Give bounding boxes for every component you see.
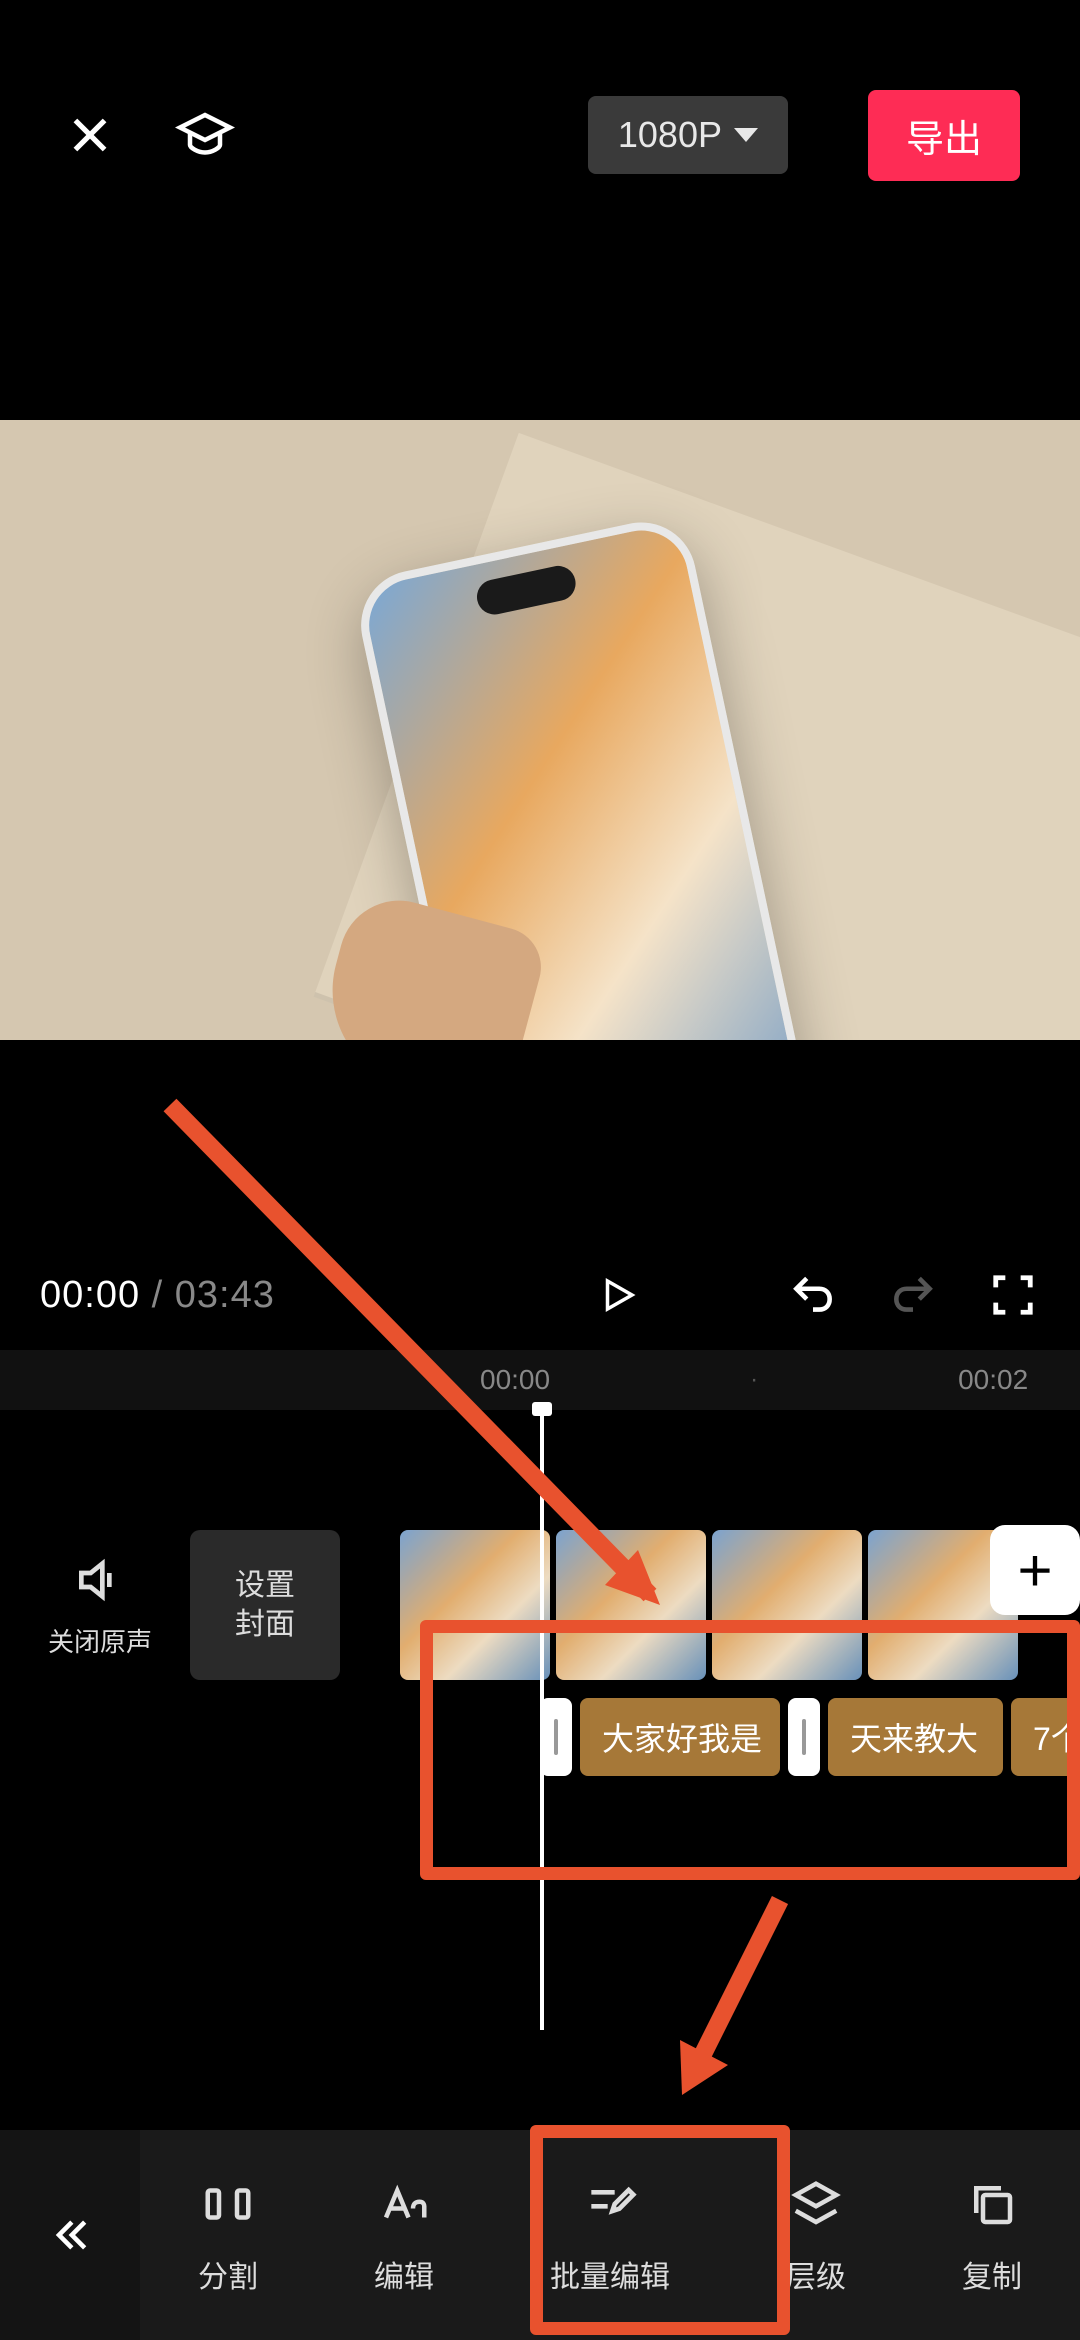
caption-handle-right[interactable] — [788, 1698, 820, 1776]
bottom-toolbar: 分割 编辑 批量编辑 — [0, 2130, 1080, 2340]
caption-track[interactable]: 大家好我是 天来教大 7个 — [540, 1698, 1080, 1776]
layer-icon — [786, 2174, 846, 2234]
export-button[interactable]: 导出 — [868, 90, 1020, 181]
batch-edit-icon — [580, 2174, 640, 2234]
caption-handle-left[interactable] — [540, 1698, 572, 1776]
toolbar-label: 复制 — [962, 2252, 1022, 2296]
caption-clip[interactable]: 7个 — [1011, 1698, 1080, 1776]
toolbar-label: 分割 — [198, 2252, 258, 2296]
toolbar-copy[interactable]: 复制 — [942, 2174, 1042, 2296]
academy-button[interactable] — [175, 105, 235, 165]
timeline-area[interactable]: 关闭原声 设置 封面 + 大家好我是 天来教大 7个 — [0, 1410, 1080, 1990]
copy-icon — [962, 2174, 1022, 2234]
clip-thumbnail[interactable] — [712, 1530, 862, 1680]
mute-label: 关闭原声 — [48, 1622, 152, 1659]
plus-icon: + — [1017, 1536, 1052, 1605]
cover-label: 设置 封面 — [235, 1566, 295, 1644]
toolbar-label: 批量编辑 — [550, 2252, 670, 2296]
redo-button[interactable] — [885, 1268, 940, 1323]
ruler-tick: 00:02 — [958, 1364, 1028, 1396]
undo-button[interactable] — [785, 1268, 840, 1323]
playhead[interactable] — [540, 1410, 544, 2030]
set-cover-button[interactable]: 设置 封面 — [190, 1530, 340, 1680]
resolution-label: 1080P — [618, 114, 722, 156]
current-time: 00:00 — [40, 1274, 140, 1316]
ruler-tick: 00:00 — [480, 1364, 550, 1396]
total-time: 03:43 — [175, 1274, 275, 1316]
fullscreen-button[interactable] — [985, 1268, 1040, 1323]
chevron-down-icon — [734, 128, 758, 142]
caption-clip[interactable]: 大家好我是 — [580, 1698, 780, 1776]
preview-spacer — [0, 1040, 1080, 1240]
video-track[interactable] — [400, 1530, 1018, 1680]
video-preview[interactable] — [0, 420, 1080, 1040]
playback-controls: 00:00 / 03:43 — [0, 1240, 1080, 1350]
text-edit-icon — [374, 2174, 434, 2234]
toolbar-label: 层级 — [786, 2252, 846, 2296]
close-button[interactable] — [60, 105, 120, 165]
time-display: 00:00 / 03:43 — [40, 1274, 275, 1317]
toolbar-collapse-button[interactable] — [0, 2130, 140, 2340]
split-icon — [198, 2174, 258, 2234]
top-header: 1080P 导出 — [0, 0, 1080, 210]
mute-original-button[interactable]: 关闭原声 — [0, 1552, 160, 1659]
caption-clip[interactable]: 天来教大 — [828, 1698, 1003, 1776]
toolbar-edit[interactable]: 编辑 — [354, 2174, 454, 2296]
toolbar-label: 编辑 — [374, 2252, 434, 2296]
add-clip-button[interactable]: + — [990, 1525, 1080, 1615]
clip-thumbnail[interactable] — [400, 1530, 550, 1680]
toolbar-layer[interactable]: 层级 — [766, 2174, 866, 2296]
clip-thumbnail[interactable] — [556, 1530, 706, 1680]
resolution-dropdown[interactable]: 1080P — [588, 96, 788, 174]
timeline-ruler[interactable]: 00:00 · 00:02 · — [0, 1350, 1080, 1410]
play-button[interactable] — [590, 1268, 645, 1323]
toolbar-split[interactable]: 分割 — [178, 2174, 278, 2296]
toolbar-batch-edit[interactable]: 批量编辑 — [530, 2174, 690, 2296]
